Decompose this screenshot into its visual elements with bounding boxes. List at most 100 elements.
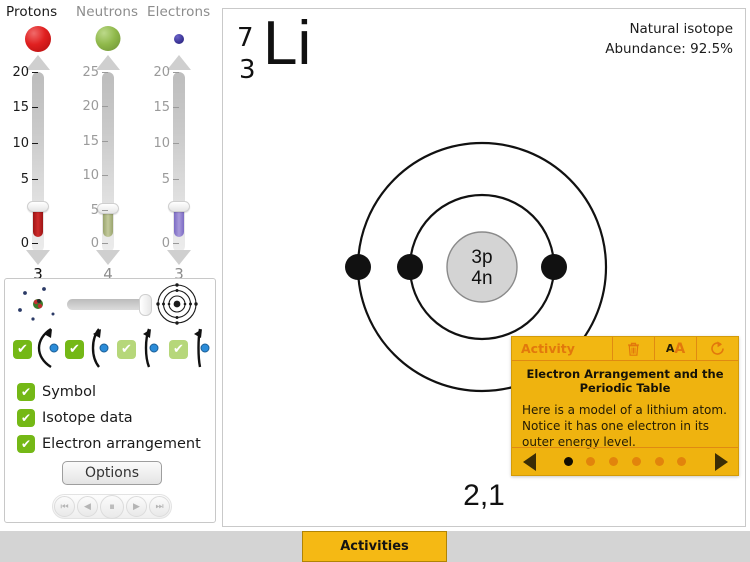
- electrons-tick: 10: [137, 136, 179, 151]
- pause-icon[interactable]: ⏸: [100, 494, 124, 519]
- electrons-tick: 20: [137, 65, 179, 80]
- page-dot[interactable]: [677, 457, 687, 466]
- text-size-icon[interactable]: AA: [654, 336, 696, 361]
- activity-panel-header: Activity AA: [512, 336, 738, 361]
- proton-particle-icon: [25, 26, 51, 52]
- protons-decrement-arrow[interactable]: [26, 250, 50, 265]
- page-dot[interactable]: [563, 457, 573, 466]
- natural-isotope-label: Natural isotope: [629, 21, 733, 37]
- atom-builder-app: Protons Neutrons Electrons 20 15 10 5 0 …: [0, 0, 750, 562]
- bottom-bar: Activities: [0, 531, 750, 562]
- protons-thumb[interactable]: [27, 201, 49, 212]
- reset-icon[interactable]: [696, 336, 738, 361]
- protons-tick: 20: [0, 65, 38, 80]
- isotope-data-label: Isotope data: [42, 410, 133, 426]
- protons-slider[interactable]: 20 15 10 5 0 3: [0, 22, 74, 283]
- isotope-data-checkbox[interactable]: ✔: [17, 409, 35, 427]
- previous-page-button[interactable]: [512, 452, 546, 471]
- protons-label: Protons: [6, 4, 58, 20]
- orbit-checkbox[interactable]: ✔: [169, 340, 188, 359]
- neutrons-decrement-arrow[interactable]: [96, 250, 120, 265]
- atomic-number: 3: [239, 55, 256, 85]
- activity-navigation: [512, 447, 738, 475]
- option-electron-arrangement[interactable]: ✔ Electron arrangement: [17, 435, 201, 453]
- step-forward-icon[interactable]: ▶: [126, 496, 147, 517]
- activities-tab[interactable]: Activities: [302, 531, 447, 562]
- orbit-type-selectors: ✔ ✔ ✔ ✔: [13, 327, 213, 369]
- electrons-decrement-arrow[interactable]: [167, 250, 191, 265]
- symbol-label: Symbol: [42, 384, 97, 400]
- electrons-label: Electrons: [147, 4, 211, 20]
- activity-body-text: Here is a model of a lithium atom. Notic…: [522, 402, 727, 450]
- electron-dot: [345, 254, 371, 280]
- neutron-particle-icon: [95, 26, 121, 51]
- options-button[interactable]: Options: [62, 461, 162, 485]
- step-back-icon[interactable]: ◀: [77, 496, 98, 517]
- nucleus-protons-label: 3p: [471, 247, 492, 268]
- delete-icon[interactable]: [612, 336, 654, 361]
- orbit-checkbox[interactable]: ✔: [65, 340, 84, 359]
- page-dot[interactable]: [609, 457, 619, 466]
- protons-tick: 15: [0, 100, 38, 115]
- skip-back-icon[interactable]: ⏮: [54, 496, 75, 517]
- slider-headers: Protons Neutrons Electrons: [0, 4, 220, 24]
- orbit-path-icon: [194, 328, 210, 368]
- orbit-path-icon: [37, 327, 59, 369]
- electrons-slider[interactable]: 20 15 10 5 0 3: [143, 22, 215, 283]
- page-dots: [546, 457, 704, 466]
- electron-arrangement-value: 2,1: [463, 479, 505, 512]
- neutrons-slider[interactable]: 25 20 15 10 5 0 4: [72, 22, 144, 283]
- neutrons-tick: 0: [66, 236, 108, 251]
- element-symbol: Li: [263, 9, 312, 78]
- orbit-path-icon: [91, 328, 109, 368]
- model-slider-track[interactable]: [67, 299, 145, 310]
- isotope-symbol: 7 3 Li: [237, 13, 387, 97]
- orbit-option-4[interactable]: ✔: [169, 327, 217, 369]
- electrons-tick: 5: [137, 172, 179, 187]
- neutrons-tick: 20: [66, 99, 108, 114]
- page-dot[interactable]: [631, 457, 641, 466]
- shell-model-icon[interactable]: [155, 283, 199, 325]
- electron-particle-icon: [174, 34, 184, 44]
- orbit-option-1[interactable]: ✔: [13, 327, 61, 369]
- neutrons-tick: 10: [66, 168, 108, 183]
- electron-arrangement-checkbox[interactable]: ✔: [17, 435, 35, 453]
- animation-playback-controls: ⏮ ◀ ⏸ ▶ ⏭: [52, 494, 172, 519]
- skip-forward-icon[interactable]: ⏭: [149, 496, 170, 517]
- protons-tick: 5: [0, 172, 38, 187]
- next-page-button[interactable]: [704, 452, 738, 471]
- activity-panel: Activity AA Electron Arrangement and the…: [511, 336, 739, 476]
- electrons-tick: 0: [137, 236, 179, 251]
- page-dot[interactable]: [654, 457, 664, 466]
- electrons-tick: 15: [137, 100, 179, 115]
- electron-arrangement-label: Electron arrangement: [42, 436, 201, 452]
- option-isotope-data[interactable]: ✔ Isotope data: [17, 409, 133, 427]
- activity-title: Electron Arrangement and the Periodic Ta…: [526, 367, 724, 396]
- abundance-label: Abundance: 92.5%: [605, 41, 733, 58]
- display-control-box: ✔ ✔ ✔ ✔ ✔ Symbol ✔ Isotope data ✔ Electr…: [4, 278, 216, 523]
- neutrons-label: Neutrons: [76, 4, 139, 20]
- cloud-model-icon[interactable]: [11, 283, 63, 325]
- protons-tick: 10: [0, 136, 38, 151]
- neutrons-tick: 5: [66, 203, 108, 218]
- model-slider-thumb[interactable]: [139, 294, 152, 316]
- model-style-slider[interactable]: [11, 283, 211, 325]
- orbit-checkbox[interactable]: ✔: [13, 340, 32, 359]
- orbit-checkbox[interactable]: ✔: [117, 340, 136, 359]
- orbit-path-icon: [143, 328, 159, 368]
- orbit-option-2[interactable]: ✔: [65, 327, 113, 369]
- electrons-thumb[interactable]: [168, 201, 190, 212]
- electron-dot: [397, 254, 423, 280]
- option-symbol[interactable]: ✔ Symbol: [17, 383, 96, 401]
- isotope-info: Natural isotope Abundance: 92.5%: [605, 19, 733, 60]
- page-dot[interactable]: [586, 457, 596, 466]
- mass-number: 7: [237, 23, 254, 53]
- protons-tick: 0: [0, 236, 38, 251]
- activity-header-label: Activity: [521, 341, 575, 356]
- electron-dot: [541, 254, 567, 280]
- neutrons-tick: 25: [66, 65, 108, 80]
- left-control-panel: Protons Neutrons Electrons 20 15 10 5 0 …: [0, 0, 220, 527]
- orbit-option-3[interactable]: ✔: [117, 327, 165, 369]
- nucleus-neutrons-label: 4n: [471, 268, 492, 289]
- symbol-checkbox[interactable]: ✔: [17, 383, 35, 401]
